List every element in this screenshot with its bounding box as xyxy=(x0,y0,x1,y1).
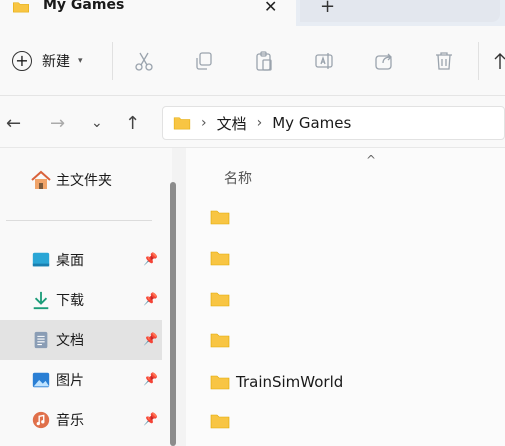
folder-icon xyxy=(210,292,230,307)
toolbar-divider xyxy=(478,42,479,80)
list-item[interactable] xyxy=(210,243,236,273)
sidebar-item-desktop[interactable]: 桌面 📌 xyxy=(0,240,162,280)
close-tab-icon[interactable]: ✕ xyxy=(264,0,277,16)
new-button-label: 新建 xyxy=(42,54,70,70)
new-tab-button[interactable]: + xyxy=(320,0,335,17)
recent-locations-chevron-icon[interactable]: ⌄ xyxy=(91,115,103,131)
list-item[interactable] xyxy=(210,284,236,314)
list-item[interactable] xyxy=(210,325,236,355)
picture-icon xyxy=(30,369,52,391)
folder-icon xyxy=(13,2,29,13)
delete-icon[interactable] xyxy=(433,50,455,72)
new-button[interactable]: + 新建 ▾ xyxy=(12,48,83,74)
copy-icon[interactable] xyxy=(193,50,215,72)
sidebar-item-label: 音乐 xyxy=(56,413,84,429)
folder-icon xyxy=(210,414,230,429)
pin-icon[interactable]: 📌 xyxy=(143,372,158,386)
sidebar-item-downloads[interactable]: 下载 📌 xyxy=(0,280,162,320)
navigation-bar: ← → ⌄ ↑ › 文档 › My Games xyxy=(0,96,505,148)
pin-icon[interactable]: 📌 xyxy=(143,332,158,346)
document-icon xyxy=(30,329,52,351)
download-icon xyxy=(30,289,52,311)
home-icon xyxy=(30,169,52,191)
file-list: ^ 名称 TrainSimWorld xyxy=(186,148,505,446)
cut-icon[interactable] xyxy=(133,50,155,72)
paste-icon[interactable] xyxy=(253,50,275,72)
folder-icon xyxy=(173,117,191,130)
toolbar-divider xyxy=(112,42,113,80)
pin-icon[interactable]: 📌 xyxy=(143,412,158,426)
plus-circle-icon: + xyxy=(12,51,32,71)
breadcrumb-separator: › xyxy=(256,115,263,131)
list-item[interactable] xyxy=(210,406,236,436)
sidebar-item-documents[interactable]: 文档 📌 xyxy=(0,320,162,360)
forward-arrow-icon[interactable]: → xyxy=(50,113,65,134)
breadcrumb-separator: › xyxy=(201,115,207,131)
file-name: TrainSimWorld xyxy=(236,373,344,391)
sidebar-divider xyxy=(6,220,152,221)
new-tab-area: + xyxy=(300,0,500,22)
sidebar-item-label: 文档 xyxy=(56,333,84,349)
folder-icon xyxy=(210,333,230,348)
sidebar-item-label: 图片 xyxy=(56,373,84,389)
tab-my-games[interactable]: My Games ✕ xyxy=(0,0,296,26)
command-bar: + 新建 ▾ xyxy=(0,26,505,96)
navigation-pane: 主文件夹 桌面 📌 下载 📌 文档 📌 图片 📌 音乐 📌 xyxy=(0,148,172,446)
sidebar-item-pictures[interactable]: 图片 📌 xyxy=(0,360,162,400)
tab-bar: My Games ✕ + xyxy=(0,0,505,26)
desktop-icon xyxy=(30,249,52,271)
address-bar[interactable]: › 文档 › My Games xyxy=(162,106,505,140)
up-arrow-icon[interactable]: ↑ xyxy=(125,113,140,134)
list-item[interactable]: TrainSimWorld xyxy=(210,367,343,397)
folder-icon xyxy=(210,251,230,266)
rename-icon[interactable] xyxy=(313,50,335,72)
breadcrumb-my-games[interactable]: My Games xyxy=(272,114,351,132)
list-item[interactable] xyxy=(210,202,236,232)
sidebar-item-label: 主文件夹 xyxy=(56,173,112,189)
sidebar-item-home[interactable]: 主文件夹 xyxy=(0,160,162,200)
breadcrumb-documents[interactable]: 文档 xyxy=(217,113,247,134)
sort-icon[interactable] xyxy=(492,50,505,72)
share-icon[interactable] xyxy=(373,50,395,72)
chevron-down-icon: ▾ xyxy=(78,56,83,66)
sidebar-item-label: 桌面 xyxy=(56,253,84,269)
tab-title: My Games xyxy=(43,0,125,13)
sidebar-item-label: 下载 xyxy=(56,293,84,309)
music-icon xyxy=(30,409,52,431)
folder-icon xyxy=(210,375,230,390)
folder-icon xyxy=(210,210,230,225)
back-arrow-icon[interactable]: ← xyxy=(6,113,21,134)
sort-ascending-icon: ^ xyxy=(366,153,377,167)
pin-icon[interactable]: 📌 xyxy=(143,292,158,306)
sidebar-scrollbar[interactable] xyxy=(170,182,176,446)
pin-icon[interactable]: 📌 xyxy=(143,252,158,266)
sidebar-item-music[interactable]: 音乐 📌 xyxy=(0,400,162,440)
column-header-name[interactable]: 名称 xyxy=(224,168,252,188)
